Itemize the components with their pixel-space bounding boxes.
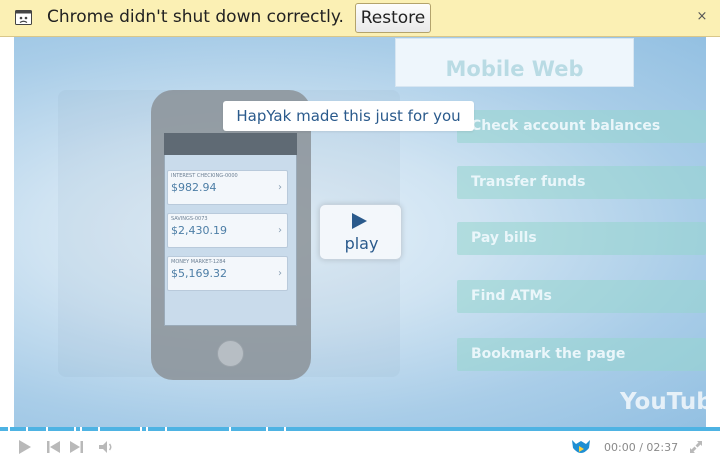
time-total: 02:37 <box>646 441 679 454</box>
volume-icon[interactable] <box>96 437 116 457</box>
youtube-watermark[interactable]: YouTube <box>620 389 706 415</box>
hapyak-tooltip[interactable]: HapYak made this just for you <box>223 101 474 131</box>
slide-list-item: Bookmark the page <box>457 338 706 371</box>
chevron-right-icon: › <box>278 268 282 279</box>
slide-list-item: Pay bills <box>457 222 706 255</box>
previous-icon[interactable] <box>44 437 64 457</box>
infobar-message: Chrome didn't shut down correctly. <box>47 7 344 27</box>
session-restore-infobar: Chrome didn't shut down correctly. Resto… <box>0 0 720 37</box>
close-icon[interactable]: × <box>694 9 710 25</box>
account-label: MONEY MARKET-1284 <box>171 259 226 265</box>
account-label: SAVINGS-0073 <box>171 216 208 222</box>
time-current: 00:00 <box>604 441 636 454</box>
slide-title: Mobile Web <box>445 57 584 81</box>
player-controls: 00:00 / 02:37 <box>0 431 720 464</box>
fullscreen-icon[interactable] <box>688 439 704 455</box>
restore-button[interactable]: Restore <box>355 3 431 33</box>
video-player: INTEREST CHECKING-0000 $982.94 › SAVINGS… <box>0 37 720 430</box>
slide-list-item: Find ATMs <box>457 280 706 313</box>
account-amount: $2,430.19 <box>171 224 227 237</box>
account-amount: $5,169.32 <box>171 267 227 280</box>
play-icon <box>352 213 367 229</box>
phone-home-button <box>217 340 244 367</box>
slide-list-item-label: Pay bills <box>471 230 537 246</box>
slide-list-item-label: Find ATMs <box>471 288 552 304</box>
slide-list-item: Transfer funds <box>457 166 706 199</box>
slide-list-item-label: Check account balances <box>471 118 661 134</box>
chevron-right-icon: › <box>278 182 282 193</box>
account-card: INTEREST CHECKING-0000 $982.94 › <box>167 170 288 205</box>
next-icon[interactable] <box>66 437 86 457</box>
big-play-button[interactable]: play <box>319 204 402 260</box>
video-frame[interactable]: INTEREST CHECKING-0000 $982.94 › SAVINGS… <box>14 37 706 427</box>
slide-list-item-label: Transfer funds <box>471 174 586 190</box>
account-amount: $982.94 <box>171 181 217 194</box>
time-display: 00:00 / 02:37 <box>604 441 678 454</box>
account-card: SAVINGS-0073 $2,430.19 › <box>167 213 288 248</box>
slide-list-item: Check account balances <box>457 110 706 143</box>
chevron-right-icon: › <box>278 225 282 236</box>
phone-topbar <box>164 133 297 155</box>
play-icon[interactable] <box>14 437 34 457</box>
time-separator: / <box>639 441 643 454</box>
account-card: MONEY MARKET-1284 $5,169.32 › <box>167 256 288 291</box>
play-label: play <box>344 234 379 253</box>
crashed-tab-icon <box>15 10 32 25</box>
account-label: INTEREST CHECKING-0000 <box>171 173 238 179</box>
slide-list-item-label: Bookmark the page <box>471 346 626 362</box>
hapyak-logo-icon[interactable] <box>570 436 592 458</box>
